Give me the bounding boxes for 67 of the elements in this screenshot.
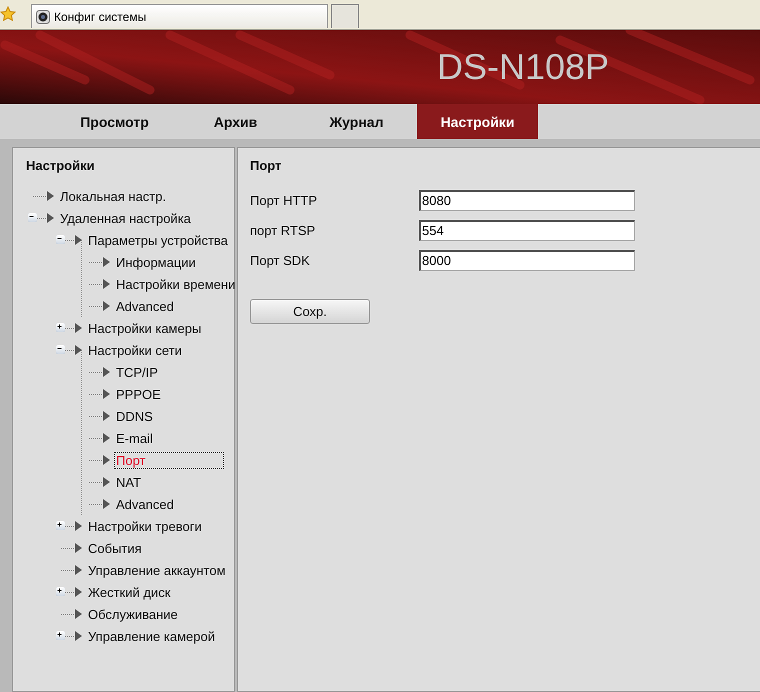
tree-item[interactable]: Настройки тревоги — [86, 518, 204, 534]
tree-item[interactable]: Порт — [114, 452, 224, 468]
tree-item[interactable]: Advanced — [114, 298, 176, 314]
tree-item[interactable]: Управление аккаунтом — [86, 562, 228, 578]
collapse-icon[interactable] — [56, 345, 65, 354]
triangle-icon — [103, 301, 110, 311]
field-label: Порт SDK — [250, 252, 311, 268]
expand-icon[interactable] — [56, 631, 65, 640]
tree-item[interactable]: Жесткий диск — [86, 584, 172, 600]
triangle-icon — [75, 543, 82, 553]
sidebar-title: Настройки — [26, 158, 96, 173]
input-field[interactable]: 554 — [419, 220, 635, 240]
expand-icon[interactable] — [56, 521, 65, 530]
tree-item[interactable]: TCP/IP — [114, 364, 160, 380]
triangle-icon — [75, 521, 82, 531]
input-field[interactable]: 8000 — [419, 250, 635, 270]
triangle-icon — [103, 477, 110, 487]
tree-item[interactable]: Настройки времени — [114, 276, 238, 292]
tree-item[interactable]: События — [86, 540, 144, 556]
field-label: Порт HTTP — [250, 192, 318, 208]
tree-item[interactable]: Advanced — [114, 496, 176, 512]
triangle-icon — [103, 455, 110, 465]
triangle-icon — [75, 631, 82, 641]
tree-item[interactable]: E-mail — [114, 430, 155, 446]
expand-icon[interactable] — [56, 323, 65, 332]
tree-item[interactable]: Параметры устройства — [86, 232, 230, 248]
nav-tab[interactable]: Просмотр — [54, 104, 175, 139]
triangle-icon — [47, 213, 54, 223]
triangle-icon — [103, 433, 110, 443]
triangle-icon — [75, 565, 82, 575]
collapse-icon[interactable] — [28, 213, 37, 222]
triangle-icon — [103, 499, 110, 509]
camera-icon — [36, 10, 50, 24]
triangle-icon — [103, 367, 110, 377]
model-name: DS-N108P — [437, 46, 610, 88]
triangle-icon — [75, 609, 82, 619]
tree-item[interactable]: Обслуживание — [86, 606, 180, 622]
browser-tab[interactable]: Конфиг системы — [31, 4, 328, 28]
tree-item[interactable]: PPPOE — [114, 386, 163, 402]
triangle-icon — [75, 587, 82, 597]
tree-item[interactable]: Управление камерой — [86, 628, 217, 644]
tree-item[interactable]: DDNS — [114, 408, 155, 424]
collapse-icon[interactable] — [56, 235, 65, 244]
triangle-icon — [75, 323, 82, 333]
nav-tab[interactable]: Архив — [175, 104, 296, 139]
tree-item[interactable]: Настройки сети — [86, 342, 184, 358]
triangle-icon — [103, 279, 110, 289]
nav-tab[interactable]: Настройки — [417, 104, 538, 139]
tree-item[interactable]: NAT — [114, 474, 144, 490]
triangle-icon — [103, 389, 110, 399]
triangle-icon — [75, 345, 82, 355]
star-icon[interactable] — [0, 6, 16, 22]
tree-item[interactable]: Настройки камеры — [86, 320, 204, 336]
triangle-icon — [103, 257, 110, 267]
nav-tab[interactable]: Журнал — [296, 104, 417, 139]
tree-item[interactable]: Информации — [114, 254, 198, 270]
tree-item[interactable]: Локальная настр. — [58, 188, 168, 204]
triangle-icon — [47, 191, 54, 201]
section-title: Порт — [250, 158, 282, 173]
new-tab-button[interactable] — [331, 4, 359, 28]
tree-item[interactable]: Удаленная настройка — [58, 210, 193, 226]
save-button[interactable]: Сохр. — [250, 299, 370, 324]
triangle-icon — [103, 411, 110, 421]
triangle-icon — [75, 235, 82, 245]
input-field[interactable]: 8080 — [419, 190, 635, 210]
expand-icon[interactable] — [56, 587, 65, 596]
field-label: порт RTSP — [250, 222, 316, 238]
